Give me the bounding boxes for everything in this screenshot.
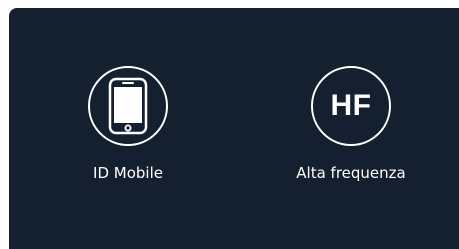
hf-badge-text: HF	[330, 89, 372, 122]
selection-panel: ID Mobile HF Alta frequenza	[9, 8, 459, 249]
id-mobile-label: ID Mobile	[93, 164, 163, 182]
alta-frequenza-option[interactable]: HF Alta frequenza	[271, 66, 431, 182]
id-mobile-option[interactable]: ID Mobile	[48, 66, 208, 182]
mobile-phone-icon	[88, 66, 168, 146]
hf-badge-icon: HF	[311, 66, 391, 146]
alta-frequenza-label: Alta frequenza	[296, 164, 406, 182]
